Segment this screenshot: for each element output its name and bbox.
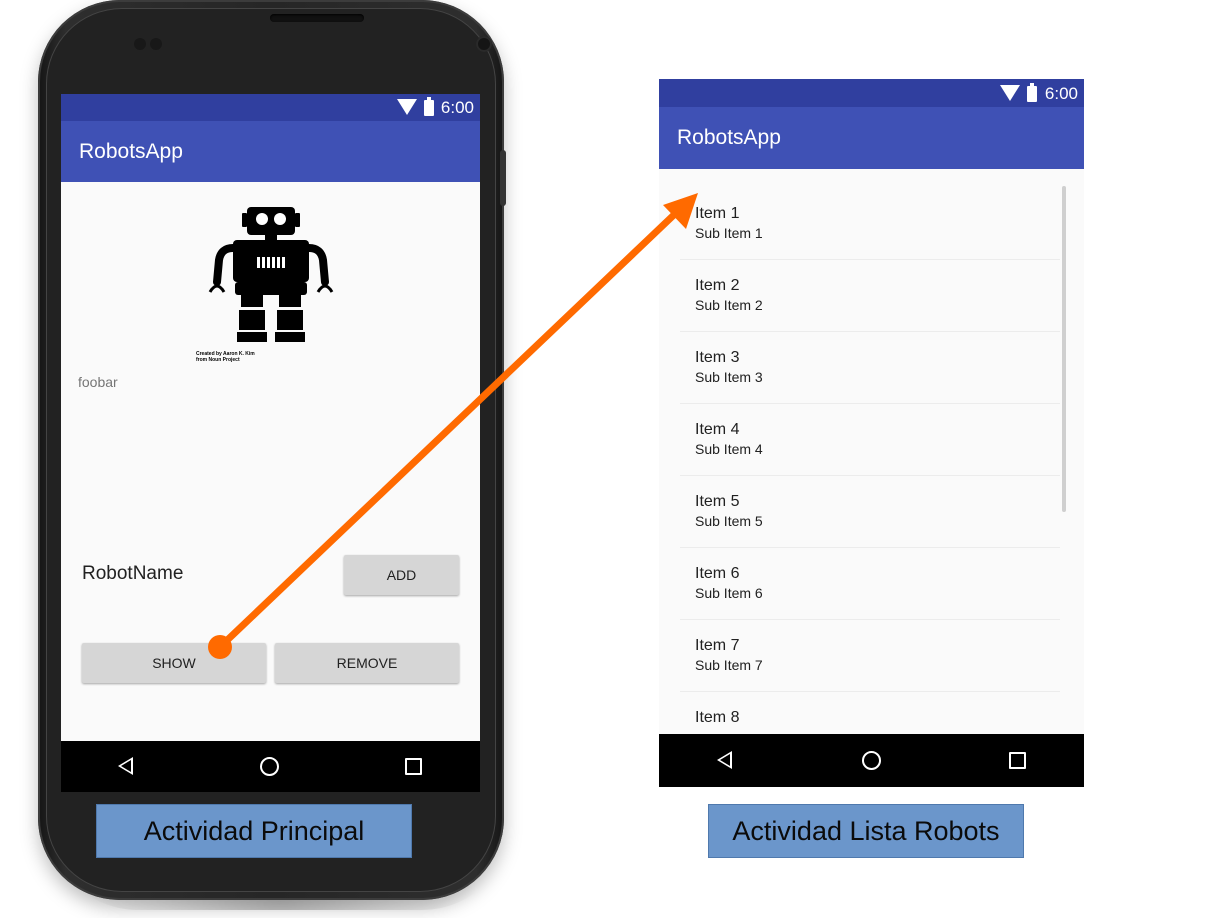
navigation-arrow (208, 193, 698, 659)
arrow-line (216, 207, 682, 651)
arrow-origin-dot (208, 635, 232, 659)
